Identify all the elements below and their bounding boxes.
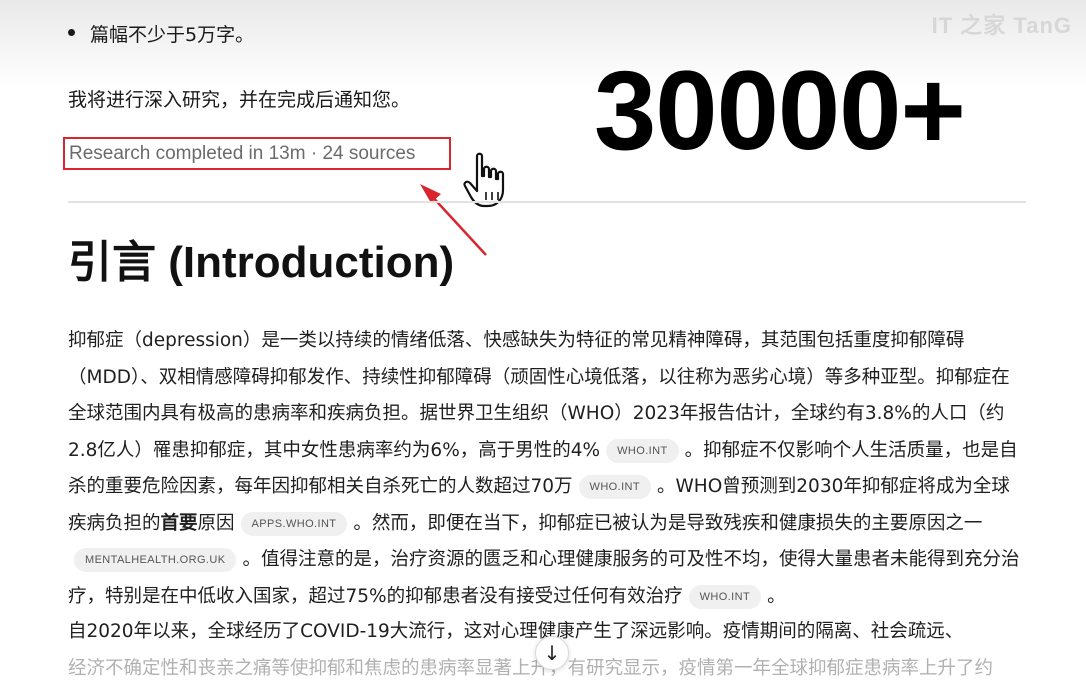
source-chip-who[interactable]: WHO.INT: [689, 585, 761, 609]
source-chip-who[interactable]: WHO.INT: [579, 475, 651, 499]
source-chip-mentalhealth[interactable]: MENTALHEALTH.ORG.UK: [74, 548, 236, 572]
bold-text: 首要: [161, 513, 198, 534]
overlay-big-number: 30000+: [594, 46, 965, 175]
scroll-down-button[interactable]: ↓: [535, 636, 569, 670]
arrow-down-icon: ↓: [544, 641, 561, 665]
watermark-logo: IT 之家 TanG: [932, 8, 1072, 40]
section-heading: 引言 (Introduction): [68, 226, 454, 290]
paragraph-text: 。: [767, 586, 786, 607]
paragraph-text: 原因: [198, 513, 235, 534]
intro-paragraph: 抑郁症（depression）是一类以持续的情绪低落、快感缺失为特征的常见精神障…: [68, 323, 1028, 615]
research-status-text[interactable]: Research completed in 13m · 24 sources: [69, 143, 415, 165]
section-divider: [68, 201, 1026, 203]
paragraph-text: 。然而，即便在当下，抑郁症已被认为是导致残疾和健康损失的主要原因之一: [353, 513, 982, 534]
bullet-dot: [68, 29, 75, 36]
bullet-text: 篇幅不少于5万字。: [90, 24, 254, 46]
source-chip-apps-who[interactable]: APPS.WHO.INT: [241, 512, 348, 536]
bullet-item: 篇幅不少于5万字。: [90, 20, 254, 47]
source-chip-who[interactable]: WHO.INT: [606, 439, 678, 463]
research-status-highlight[interactable]: Research completed in 13m · 24 sources: [63, 137, 451, 170]
assistant-message: 我将进行深入研究，并在完成后通知您。: [68, 85, 410, 112]
